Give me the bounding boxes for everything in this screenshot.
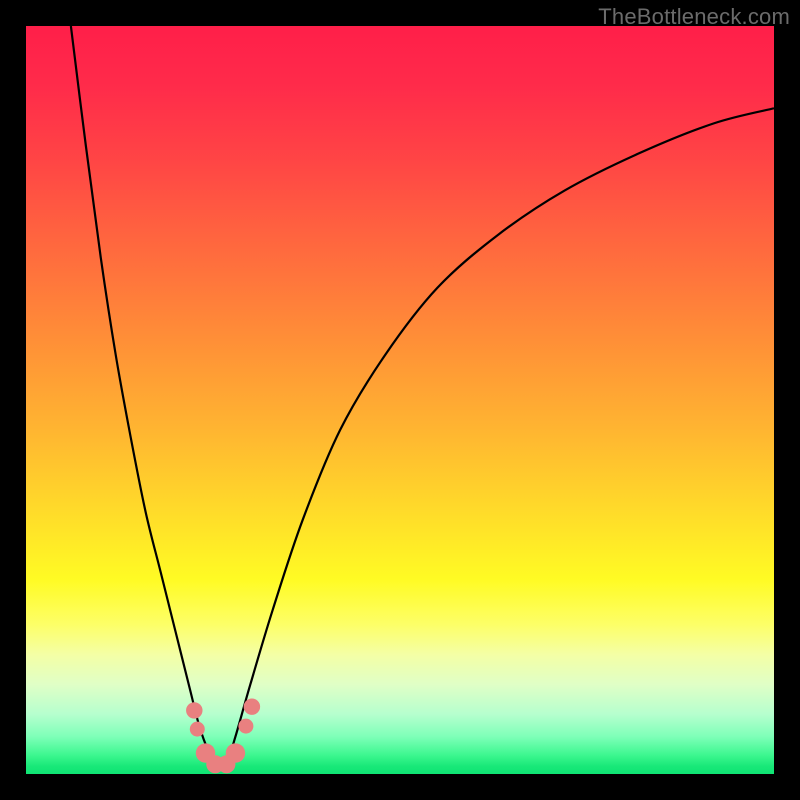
curve-markers (186, 698, 260, 773)
bottleneck-curve (26, 26, 774, 774)
plot-area (26, 26, 774, 774)
curve-marker (238, 719, 253, 734)
curve-marker (190, 722, 205, 737)
watermark-text: TheBottleneck.com (598, 4, 790, 30)
curve-marker (186, 702, 202, 718)
curve-marker (226, 743, 245, 762)
curve-left-arm (71, 26, 221, 767)
curve-marker (244, 698, 260, 714)
curve-right-arm (220, 108, 774, 766)
